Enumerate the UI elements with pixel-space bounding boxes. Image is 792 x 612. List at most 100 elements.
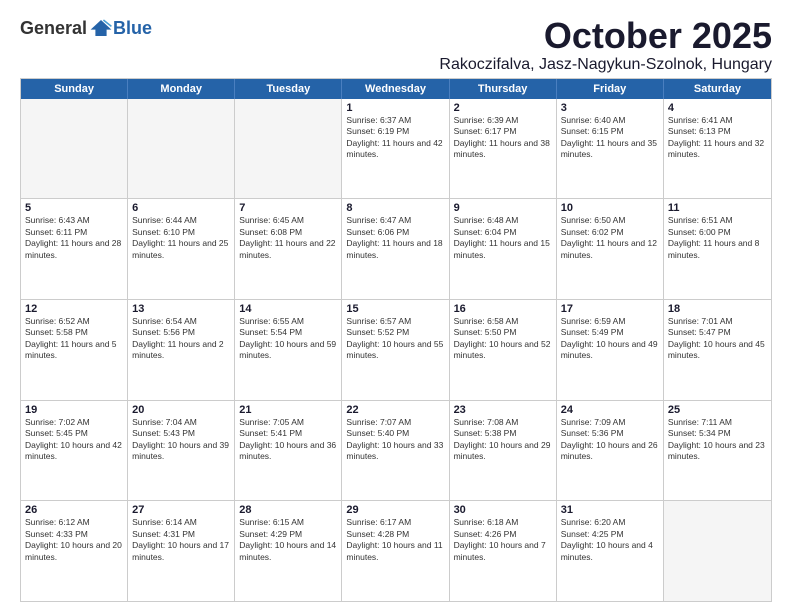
day-info: Sunrise: 7:09 AM Sunset: 5:36 PM Dayligh… — [561, 417, 659, 463]
header-monday: Monday — [128, 79, 235, 99]
cal-cell-2-6: 18Sunrise: 7:01 AM Sunset: 5:47 PM Dayli… — [664, 300, 771, 400]
location-title: Rakoczifalva, Jasz-Nagykun-Szolnok, Hung… — [439, 56, 772, 74]
header-wednesday: Wednesday — [342, 79, 449, 99]
cal-cell-4-4: 30Sunrise: 6:18 AM Sunset: 4:26 PM Dayli… — [450, 501, 557, 601]
cal-cell-4-2: 28Sunrise: 6:15 AM Sunset: 4:29 PM Dayli… — [235, 501, 342, 601]
day-number: 25 — [668, 404, 767, 416]
day-info: Sunrise: 6:47 AM Sunset: 6:06 PM Dayligh… — [346, 215, 444, 261]
day-info: Sunrise: 6:14 AM Sunset: 4:31 PM Dayligh… — [132, 517, 230, 563]
day-info: Sunrise: 7:08 AM Sunset: 5:38 PM Dayligh… — [454, 417, 552, 463]
day-number: 21 — [239, 404, 337, 416]
cal-cell-3-1: 20Sunrise: 7:04 AM Sunset: 5:43 PM Dayli… — [128, 401, 235, 501]
cal-cell-3-3: 22Sunrise: 7:07 AM Sunset: 5:40 PM Dayli… — [342, 401, 449, 501]
day-number: 11 — [668, 202, 767, 214]
title-block: October 2025 Rakoczifalva, Jasz-Nagykun-… — [439, 16, 772, 74]
day-info: Sunrise: 6:41 AM Sunset: 6:13 PM Dayligh… — [668, 115, 767, 161]
day-number: 12 — [25, 303, 123, 315]
day-number: 20 — [132, 404, 230, 416]
week-row-1: 5Sunrise: 6:43 AM Sunset: 6:11 PM Daylig… — [21, 199, 771, 300]
day-number: 3 — [561, 102, 659, 114]
cal-cell-1-2: 7Sunrise: 6:45 AM Sunset: 6:08 PM Daylig… — [235, 199, 342, 299]
day-number: 6 — [132, 202, 230, 214]
cal-cell-4-1: 27Sunrise: 6:14 AM Sunset: 4:31 PM Dayli… — [128, 501, 235, 601]
day-number: 30 — [454, 504, 552, 516]
day-number: 26 — [25, 504, 123, 516]
week-row-3: 19Sunrise: 7:02 AM Sunset: 5:45 PM Dayli… — [21, 401, 771, 502]
day-info: Sunrise: 6:54 AM Sunset: 5:56 PM Dayligh… — [132, 316, 230, 362]
day-info: Sunrise: 7:05 AM Sunset: 5:41 PM Dayligh… — [239, 417, 337, 463]
cal-cell-0-6: 4Sunrise: 6:41 AM Sunset: 6:13 PM Daylig… — [664, 99, 771, 199]
month-title: October 2025 — [439, 16, 772, 56]
day-info: Sunrise: 7:07 AM Sunset: 5:40 PM Dayligh… — [346, 417, 444, 463]
logo-icon — [89, 16, 113, 40]
cal-cell-3-4: 23Sunrise: 7:08 AM Sunset: 5:38 PM Dayli… — [450, 401, 557, 501]
header: General Blue October 2025 Rakoczifalva, … — [20, 16, 772, 74]
cal-cell-3-2: 21Sunrise: 7:05 AM Sunset: 5:41 PM Dayli… — [235, 401, 342, 501]
cal-cell-3-6: 25Sunrise: 7:11 AM Sunset: 5:34 PM Dayli… — [664, 401, 771, 501]
header-friday: Friday — [557, 79, 664, 99]
day-info: Sunrise: 6:39 AM Sunset: 6:17 PM Dayligh… — [454, 115, 552, 161]
day-info: Sunrise: 6:50 AM Sunset: 6:02 PM Dayligh… — [561, 215, 659, 261]
day-info: Sunrise: 7:02 AM Sunset: 5:45 PM Dayligh… — [25, 417, 123, 463]
cal-cell-1-1: 6Sunrise: 6:44 AM Sunset: 6:10 PM Daylig… — [128, 199, 235, 299]
week-row-4: 26Sunrise: 6:12 AM Sunset: 4:33 PM Dayli… — [21, 501, 771, 601]
cal-cell-4-0: 26Sunrise: 6:12 AM Sunset: 4:33 PM Dayli… — [21, 501, 128, 601]
calendar: Sunday Monday Tuesday Wednesday Thursday… — [20, 78, 772, 602]
day-info: Sunrise: 6:55 AM Sunset: 5:54 PM Dayligh… — [239, 316, 337, 362]
header-saturday: Saturday — [664, 79, 771, 99]
day-number: 27 — [132, 504, 230, 516]
cal-cell-4-5: 31Sunrise: 6:20 AM Sunset: 4:25 PM Dayli… — [557, 501, 664, 601]
day-number: 31 — [561, 504, 659, 516]
header-tuesday: Tuesday — [235, 79, 342, 99]
day-info: Sunrise: 6:44 AM Sunset: 6:10 PM Dayligh… — [132, 215, 230, 261]
day-number: 19 — [25, 404, 123, 416]
cal-cell-4-6 — [664, 501, 771, 601]
day-info: Sunrise: 6:58 AM Sunset: 5:50 PM Dayligh… — [454, 316, 552, 362]
cal-cell-3-5: 24Sunrise: 7:09 AM Sunset: 5:36 PM Dayli… — [557, 401, 664, 501]
day-info: Sunrise: 6:40 AM Sunset: 6:15 PM Dayligh… — [561, 115, 659, 161]
day-info: Sunrise: 6:17 AM Sunset: 4:28 PM Dayligh… — [346, 517, 444, 563]
logo: General Blue — [20, 16, 152, 40]
cal-cell-0-2 — [235, 99, 342, 199]
cal-cell-2-1: 13Sunrise: 6:54 AM Sunset: 5:56 PM Dayli… — [128, 300, 235, 400]
week-row-2: 12Sunrise: 6:52 AM Sunset: 5:58 PM Dayli… — [21, 300, 771, 401]
day-number: 16 — [454, 303, 552, 315]
day-info: Sunrise: 6:57 AM Sunset: 5:52 PM Dayligh… — [346, 316, 444, 362]
cal-cell-2-0: 12Sunrise: 6:52 AM Sunset: 5:58 PM Dayli… — [21, 300, 128, 400]
day-number: 29 — [346, 504, 444, 516]
header-thursday: Thursday — [450, 79, 557, 99]
day-info: Sunrise: 6:12 AM Sunset: 4:33 PM Dayligh… — [25, 517, 123, 563]
page: General Blue October 2025 Rakoczifalva, … — [0, 0, 792, 612]
day-info: Sunrise: 6:15 AM Sunset: 4:29 PM Dayligh… — [239, 517, 337, 563]
day-info: Sunrise: 6:37 AM Sunset: 6:19 PM Dayligh… — [346, 115, 444, 161]
logo-general-text: General — [20, 18, 87, 39]
day-info: Sunrise: 6:20 AM Sunset: 4:25 PM Dayligh… — [561, 517, 659, 563]
cal-cell-3-0: 19Sunrise: 7:02 AM Sunset: 5:45 PM Dayli… — [21, 401, 128, 501]
cal-cell-1-0: 5Sunrise: 6:43 AM Sunset: 6:11 PM Daylig… — [21, 199, 128, 299]
day-info: Sunrise: 6:51 AM Sunset: 6:00 PM Dayligh… — [668, 215, 767, 261]
week-row-0: 1Sunrise: 6:37 AM Sunset: 6:19 PM Daylig… — [21, 99, 771, 200]
cal-cell-0-3: 1Sunrise: 6:37 AM Sunset: 6:19 PM Daylig… — [342, 99, 449, 199]
day-number: 18 — [668, 303, 767, 315]
cal-cell-0-4: 2Sunrise: 6:39 AM Sunset: 6:17 PM Daylig… — [450, 99, 557, 199]
day-number: 17 — [561, 303, 659, 315]
day-number: 22 — [346, 404, 444, 416]
day-number: 10 — [561, 202, 659, 214]
cal-cell-2-2: 14Sunrise: 6:55 AM Sunset: 5:54 PM Dayli… — [235, 300, 342, 400]
day-number: 1 — [346, 102, 444, 114]
cal-cell-0-5: 3Sunrise: 6:40 AM Sunset: 6:15 PM Daylig… — [557, 99, 664, 199]
day-info: Sunrise: 6:45 AM Sunset: 6:08 PM Dayligh… — [239, 215, 337, 261]
cal-cell-1-3: 8Sunrise: 6:47 AM Sunset: 6:06 PM Daylig… — [342, 199, 449, 299]
day-info: Sunrise: 7:01 AM Sunset: 5:47 PM Dayligh… — [668, 316, 767, 362]
day-info: Sunrise: 6:52 AM Sunset: 5:58 PM Dayligh… — [25, 316, 123, 362]
day-number: 5 — [25, 202, 123, 214]
cal-cell-2-4: 16Sunrise: 6:58 AM Sunset: 5:50 PM Dayli… — [450, 300, 557, 400]
day-number: 23 — [454, 404, 552, 416]
day-info: Sunrise: 7:04 AM Sunset: 5:43 PM Dayligh… — [132, 417, 230, 463]
cal-cell-2-5: 17Sunrise: 6:59 AM Sunset: 5:49 PM Dayli… — [557, 300, 664, 400]
calendar-body: 1Sunrise: 6:37 AM Sunset: 6:19 PM Daylig… — [21, 99, 771, 601]
day-info: Sunrise: 6:59 AM Sunset: 5:49 PM Dayligh… — [561, 316, 659, 362]
day-number: 9 — [454, 202, 552, 214]
cal-cell-1-6: 11Sunrise: 6:51 AM Sunset: 6:00 PM Dayli… — [664, 199, 771, 299]
cal-cell-0-0 — [21, 99, 128, 199]
